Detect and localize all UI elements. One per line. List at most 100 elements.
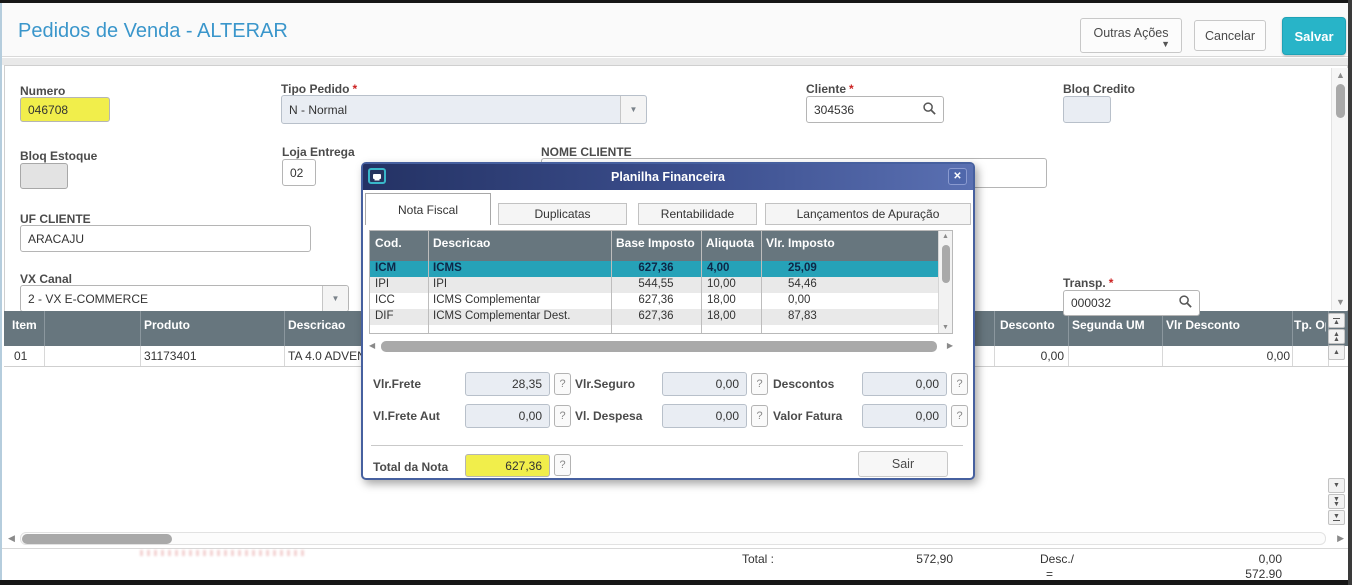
numero-label: Numero	[20, 84, 65, 98]
table-vscrollbar[interactable]: ▲ ▼	[938, 231, 952, 333]
search-icon[interactable]	[922, 101, 937, 119]
dropdown-arrow-icon[interactable]: ▼	[322, 286, 348, 311]
page-title: Pedidos de Venda - ALTERAR	[18, 20, 288, 43]
vl-despesa-field[interactable]: 0,00	[662, 404, 747, 428]
page-header: Pedidos de Venda - ALTERAR Outras Ações …	[2, 3, 1348, 57]
grid-col-desconto[interactable]: Desconto	[1000, 318, 1055, 332]
help-button[interactable]: ?	[554, 454, 571, 476]
scroll-up-icon[interactable]: ▲	[942, 233, 949, 240]
form-scrollbar-thumb[interactable]	[1336, 84, 1345, 118]
tipo-pedido-label: Tipo Pedido*	[281, 82, 357, 96]
salvar-button[interactable]: Salvar	[1282, 17, 1346, 55]
chevron-down-icon: ▼	[1161, 39, 1170, 49]
grid-scroll-down-button[interactable]: ▼	[1328, 478, 1345, 493]
scroll-down-icon: ▼	[1333, 483, 1340, 488]
cell-vlr-desconto: 0,00	[1164, 349, 1290, 363]
dropdown-arrow-icon[interactable]: ▼	[620, 96, 646, 123]
grid-col-vlr-desconto[interactable]: Vlr Desconto	[1166, 318, 1240, 332]
table-hscrollbar[interactable]: ◀ ▶	[369, 340, 953, 353]
vlr-seguro-field[interactable]: 0,00	[662, 372, 747, 396]
scroll-down-icon[interactable]: ▼	[1336, 298, 1345, 307]
scroll-left-icon[interactable]: ◀	[369, 342, 375, 350]
outras-acoes-button[interactable]: Outras Ações ▼	[1080, 18, 1182, 53]
total-da-nota-field[interactable]: 627,36	[465, 454, 550, 477]
form-scrollbar[interactable]: ▲ ▼	[1331, 68, 1348, 310]
table-vscroll-thumb[interactable]	[942, 245, 950, 283]
grid-divider	[284, 311, 285, 346]
grid-scroll-up-button[interactable]: ▲	[1328, 345, 1345, 360]
grid-col-segunda-um[interactable]: Segunda UM	[1072, 318, 1145, 332]
scroll-right-icon[interactable]: ▶	[1337, 534, 1344, 543]
tax-row-icm[interactable]: ICM ICMS 627,36 4,00 25,09	[370, 261, 938, 277]
col-cod[interactable]: Cod.	[375, 236, 402, 250]
cliente-label: Cliente*	[806, 82, 854, 96]
cell-vlr: 87,83	[788, 310, 817, 322]
table-divider	[761, 231, 762, 333]
vx-canal-select[interactable]: 2 - VX E-COMMERCE ▼	[20, 285, 349, 312]
cell-cod: ICC	[375, 294, 395, 306]
scroll-up-icon[interactable]: ▲	[1336, 71, 1345, 80]
help-button[interactable]: ?	[951, 373, 968, 395]
dialog-titlebar[interactable]: Planilha Financeira	[363, 164, 973, 190]
col-base-imposto[interactable]: Base Imposto	[616, 236, 695, 250]
bloq-estoque-field[interactable]	[20, 163, 68, 189]
sair-button[interactable]: Sair	[858, 451, 948, 477]
scroll-down-icon[interactable]: ▼	[942, 324, 949, 331]
vl-frete-aut-field[interactable]: 0,00	[465, 404, 550, 428]
tab-lancamentos-apuracao[interactable]: Lançamentos de Apuração	[765, 203, 971, 225]
cell-item: 01	[14, 349, 27, 363]
tax-row-ipi[interactable]: IPI IPI 544,55 10,00 54,46	[370, 277, 938, 293]
grid-hscrollbar[interactable]: ◀ ▶	[6, 531, 1344, 546]
grid-col-tp-op[interactable]: Tp. Op	[1294, 318, 1326, 332]
table-hscroll-thumb[interactable]	[381, 341, 937, 352]
footer-equals-sign: =	[1046, 567, 1053, 581]
grid-page-up-button[interactable]: ▲▲	[1328, 329, 1345, 344]
cell-base: 627,36	[611, 294, 701, 306]
tax-row-dif[interactable]: DIF ICMS Complementar Dest. 627,36 18,00…	[370, 309, 938, 325]
cliente-field[interactable]: 304536	[806, 96, 944, 123]
help-button[interactable]: ?	[554, 373, 571, 395]
tipo-pedido-select[interactable]: N - Normal ▼	[281, 95, 647, 124]
tab-rentabilidade[interactable]: Rentabilidade	[638, 203, 757, 225]
grid-col-descricao[interactable]: Descricao	[288, 318, 345, 332]
grid-col-produto[interactable]: Produto	[144, 318, 190, 332]
cell-descricao: IPI	[433, 278, 447, 290]
scroll-right-icon[interactable]: ▶	[947, 342, 953, 350]
uf-cliente-field[interactable]: ARACAJU	[20, 225, 311, 252]
scroll-left-icon[interactable]: ◀	[8, 534, 15, 543]
tab-nota-fiscal[interactable]: Nota Fiscal	[365, 193, 491, 225]
grid-page-down-button[interactable]: ▼▼	[1328, 494, 1345, 509]
grid-col-item[interactable]: Item	[12, 318, 37, 332]
watermark	[140, 550, 305, 556]
loja-entrega-field[interactable]: 02	[282, 159, 316, 186]
grid-scroll-to-top-button[interactable]: ▲	[1328, 313, 1345, 328]
descontos-field[interactable]: 0,00	[862, 372, 947, 396]
required-asterisk: *	[1109, 276, 1114, 290]
grid-scroll-to-bottom-button[interactable]: ▼	[1328, 510, 1345, 525]
search-icon[interactable]	[1178, 294, 1193, 312]
transp-field[interactable]: 000032	[1063, 290, 1200, 316]
vlr-frete-field[interactable]: 28,35	[465, 372, 550, 396]
tax-row-icc[interactable]: ICC ICMS Complementar 627,36 18,00 0,00	[370, 293, 938, 309]
hscroll-track[interactable]	[20, 532, 1326, 545]
numero-field[interactable]: 046708	[20, 97, 110, 122]
help-button[interactable]: ?	[951, 405, 968, 427]
tab-duplicatas[interactable]: Duplicatas	[498, 203, 627, 225]
help-button[interactable]: ?	[751, 373, 768, 395]
valor-fatura-label: Valor Fatura	[773, 409, 842, 423]
double-up-icon: ▲	[1333, 337, 1340, 342]
valor-fatura-field[interactable]: 0,00	[862, 404, 947, 428]
help-button[interactable]: ?	[554, 405, 571, 427]
hscroll-thumb[interactable]	[22, 534, 172, 544]
help-button[interactable]: ?	[751, 405, 768, 427]
cancelar-button[interactable]: Cancelar	[1194, 20, 1266, 51]
col-descricao[interactable]: Descricao	[433, 236, 490, 250]
bloq-credito-field[interactable]	[1063, 96, 1111, 123]
col-vlr-imposto[interactable]: Vlr. Imposto	[766, 236, 835, 250]
table-divider	[611, 231, 612, 333]
cell-cod: DIF	[375, 310, 394, 322]
footer-desc-label: Desc./	[1040, 552, 1074, 566]
col-aliquota[interactable]: Aliquota	[706, 236, 754, 250]
vlr-seguro-label: Vlr.Seguro	[575, 377, 635, 391]
close-icon[interactable]: ✕	[948, 168, 967, 185]
